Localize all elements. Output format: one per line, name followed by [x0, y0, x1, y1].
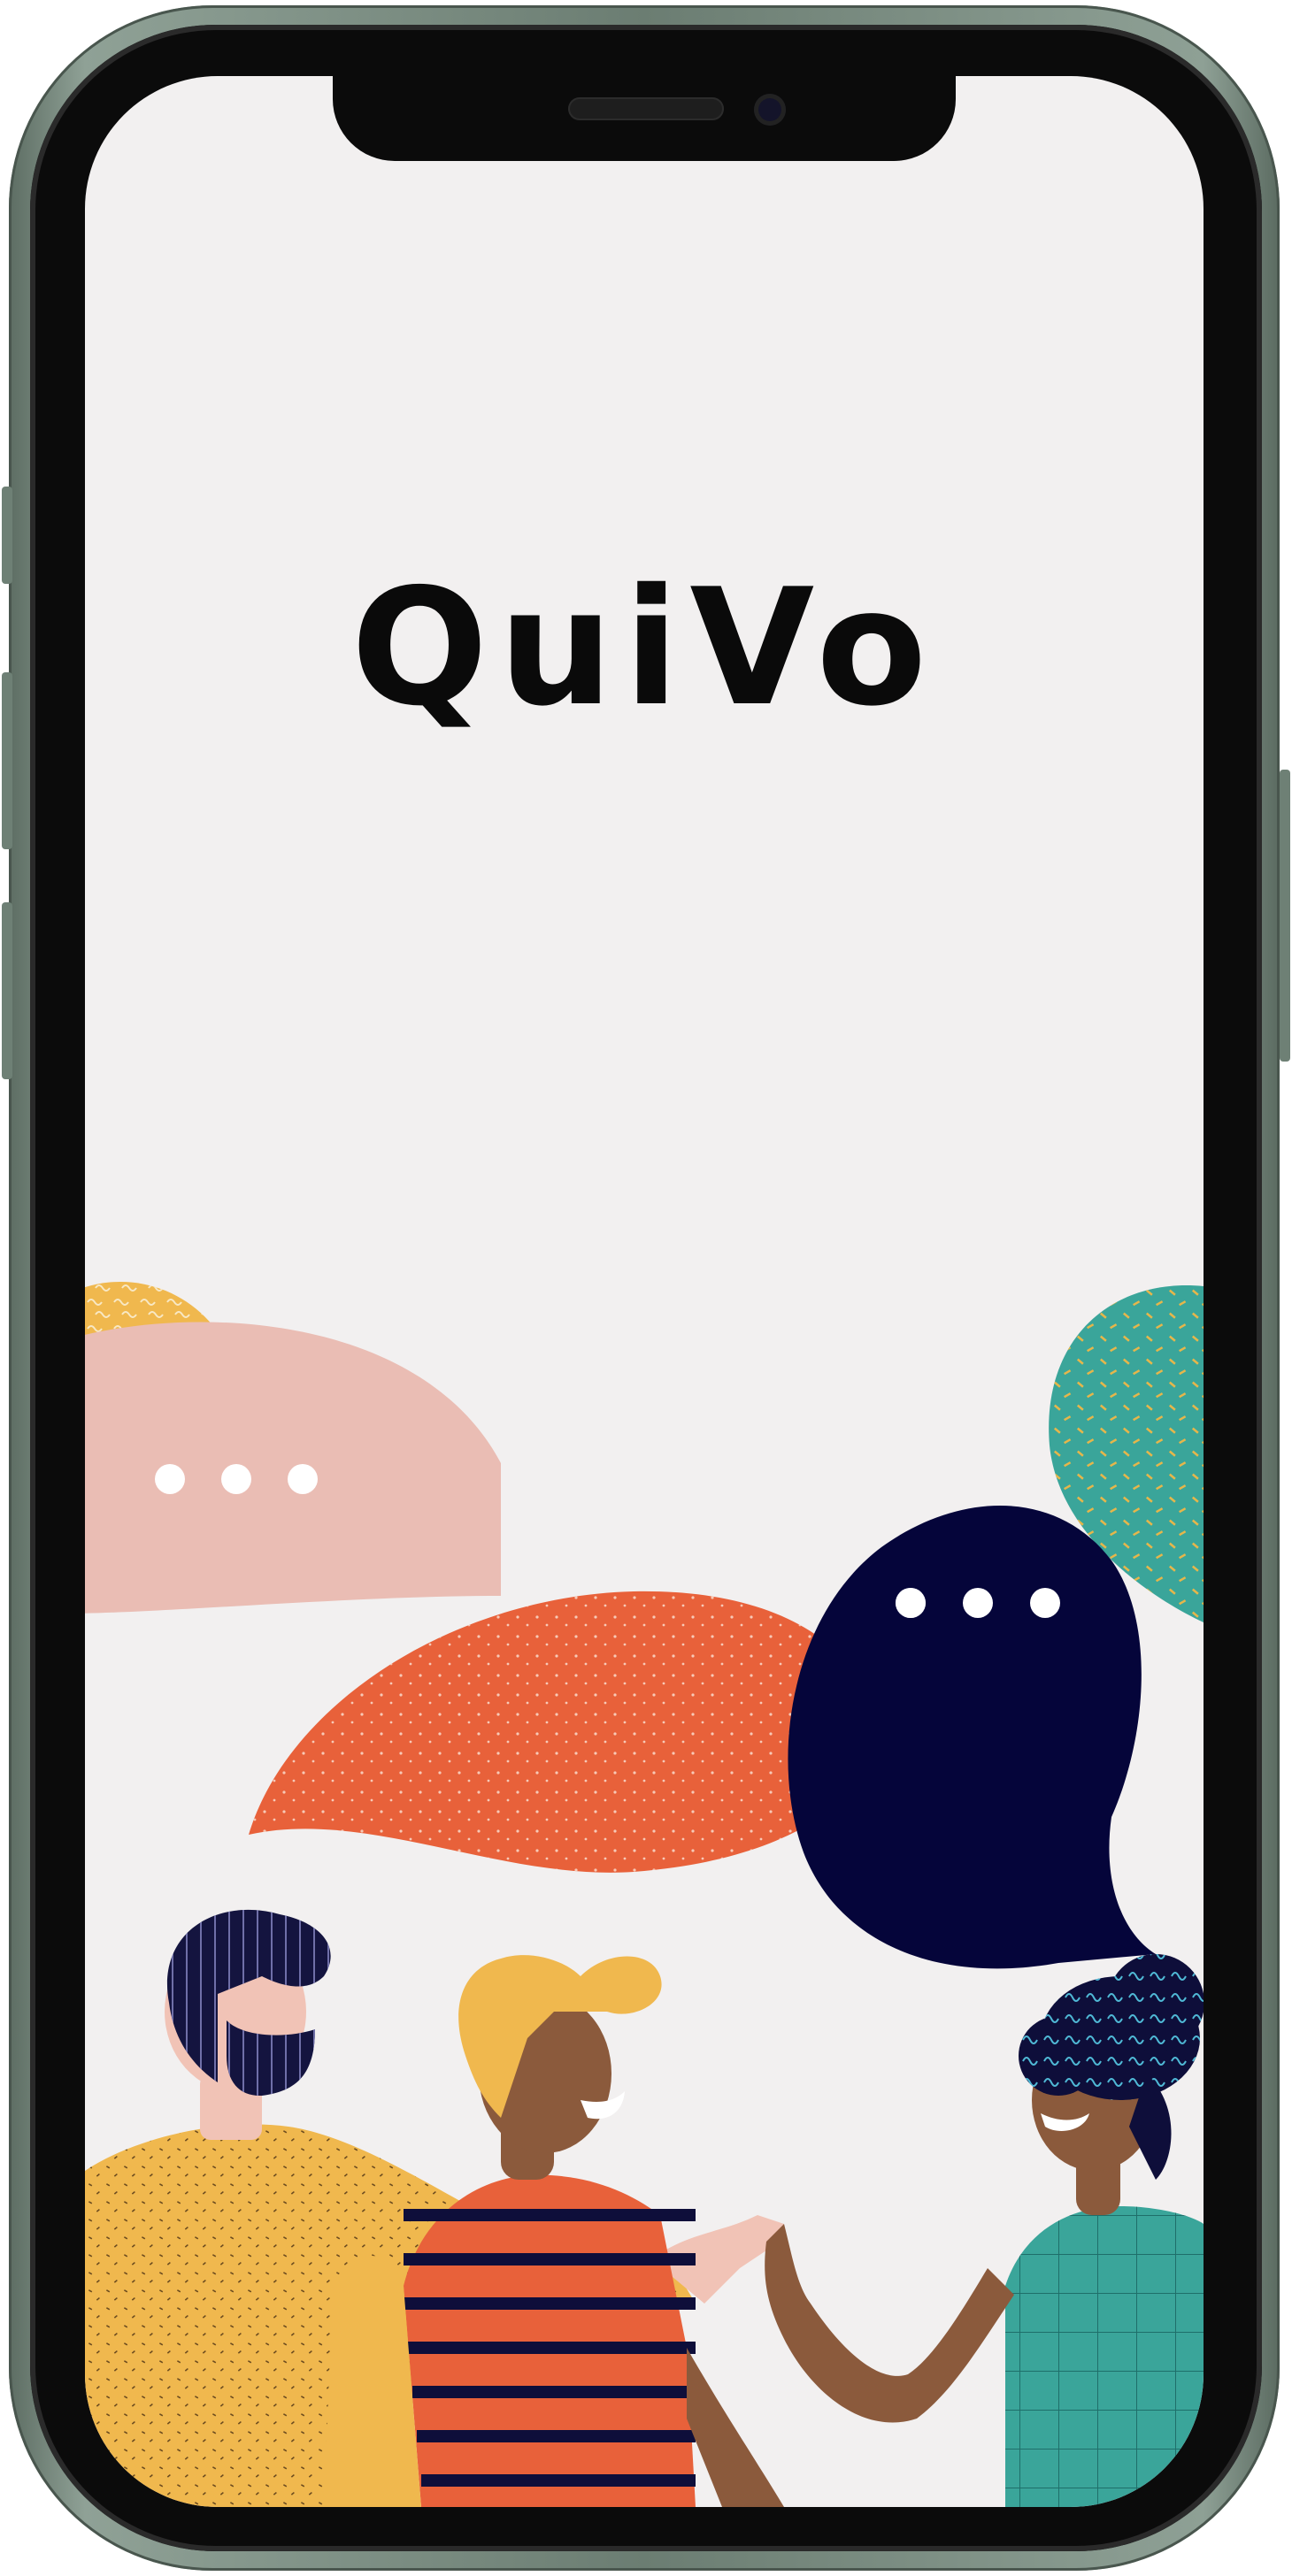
typing-dot [288, 1464, 318, 1494]
power-button [1280, 770, 1290, 1062]
volume-down-button [2, 902, 12, 1079]
navy-bubble-typing-dots [896, 1588, 1060, 1618]
people-chatting-illustration [85, 1242, 1204, 2507]
front-camera [754, 94, 786, 126]
app-title: QuiVo [350, 554, 938, 741]
device-mockup: QuiVo [0, 0, 1292, 2576]
typing-dot [221, 1464, 251, 1494]
typing-dot [155, 1464, 185, 1494]
navy-speech-bubble [788, 1505, 1156, 1969]
earpiece-speaker [568, 97, 724, 120]
mute-switch [2, 487, 12, 584]
app-screen: QuiVo [85, 76, 1204, 2507]
volume-up-button [2, 672, 12, 849]
person-curly-hair-woman [765, 1954, 1204, 2507]
phone-notch [333, 76, 956, 161]
